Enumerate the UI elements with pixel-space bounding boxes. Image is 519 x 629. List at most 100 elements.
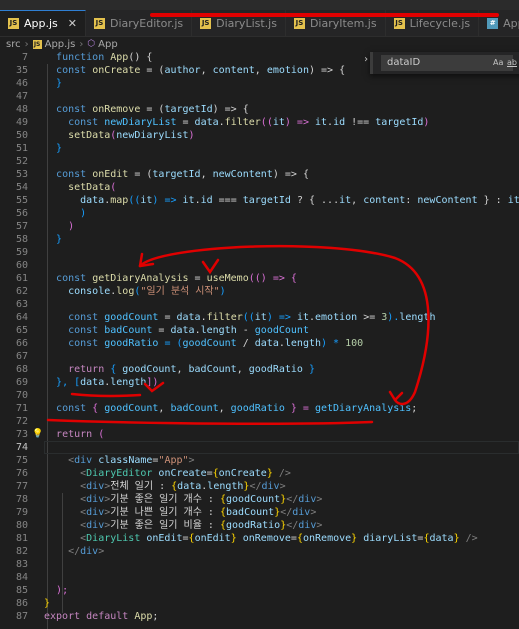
code-line[interactable]: 78 <div>기분 좋은 일기 개수 : {goodCount}</div> <box>0 493 519 506</box>
code-line[interactable]: 59 <box>0 246 519 259</box>
code-token: > <box>316 520 323 531</box>
code-text: const goodRatio = (goodCount / data.leng… <box>44 337 363 350</box>
breadcrumb-file[interactable]: App.js <box>45 39 76 50</box>
code-editor[interactable]: 7 function App() {35 const onCreate = (a… <box>0 51 519 629</box>
code-line[interactable]: 49 const newDiaryList = data.filter((it)… <box>0 116 519 129</box>
code-line[interactable]: 69 }, [data.length]) <box>0 376 519 389</box>
chevron-right-icon[interactable]: › <box>363 54 369 65</box>
code-line[interactable]: 82 </div> <box>0 545 519 558</box>
code-line[interactable]: 81 <DiaryList onEdit={onEdit} onRemove={… <box>0 532 519 545</box>
code-token: { <box>86 403 105 414</box>
code-token: }, [ <box>56 377 81 388</box>
code-token: </ <box>68 546 81 557</box>
code-line[interactable]: 87 export default App; <box>0 610 519 623</box>
line-number: 47 <box>15 91 28 102</box>
breadcrumb-symbol[interactable]: App <box>98 39 118 50</box>
code-line[interactable]: 48 const onRemove = (targetId) => { <box>0 103 519 116</box>
code-line[interactable]: 65 const badCount = data.length - goodCo… <box>0 324 519 337</box>
code-line[interactable]: 57 ) <box>0 220 519 233</box>
code-line[interactable]: 50 setData(newDiaryList) <box>0 129 519 142</box>
code-line[interactable]: 56 ) <box>0 207 519 220</box>
code-token: 기분 나쁜 일기 개수 : <box>110 507 220 518</box>
code-line[interactable]: 66 const goodRatio = (goodCount / data.l… <box>0 337 519 350</box>
code-line[interactable]: 52 <box>0 155 519 168</box>
code-line[interactable]: 80 <div>기분 좋은 일기 비율 : {goodRatio}</div> <box>0 519 519 532</box>
tab-lifecycle[interactable]: JS Lifecycle.js <box>386 10 480 36</box>
close-icon[interactable]: ✕ <box>68 17 77 30</box>
code-token: </ <box>249 481 262 492</box>
code-line[interactable]: 53 const onEdit = (targetId, newContent)… <box>0 168 519 181</box>
code-line[interactable]: 61 const getDiaryAnalysis = useMemo(() =… <box>0 272 519 285</box>
code-line[interactable]: 62 console.log("일기 분석 시작") <box>0 285 519 298</box>
code-line[interactable]: 54 setData( <box>0 181 519 194</box>
code-line[interactable]: 84 <box>0 571 519 584</box>
code-text: return ( <box>44 428 104 441</box>
tab-diary-list[interactable]: JS DiaryList.js <box>192 10 286 36</box>
code-token: : <box>405 195 418 206</box>
code-text: </div> <box>44 545 104 558</box>
code-line[interactable]: 58 } <box>0 233 519 246</box>
code-token: data <box>176 312 201 323</box>
code-token: it <box>254 312 267 323</box>
javascript-file-icon: JS <box>94 17 105 29</box>
code-token: </ <box>280 507 293 518</box>
code-line[interactable]: 72 <box>0 415 519 428</box>
code-text: ) <box>44 220 74 233</box>
code-text: setData( <box>44 181 116 194</box>
match-case-toggle[interactable]: Aa <box>493 58 503 67</box>
tab-app-js[interactable]: JS App.js ✕ <box>0 10 86 36</box>
line-number: 67 <box>15 351 28 362</box>
code-line[interactable]: 64 const goodCount = data.filter((it) =>… <box>0 311 519 324</box>
code-token: DiaryEditor <box>86 468 153 479</box>
code-line[interactable]: 70 <box>0 389 519 402</box>
code-text: <div>기분 나쁜 일기 개수 : {badCount}</div> <box>44 506 316 519</box>
code-line[interactable]: 73 💡 return ( <box>0 428 519 441</box>
code-token: goodRatio <box>226 520 281 531</box>
code-text: ); <box>44 584 68 597</box>
code-token: } <box>44 598 51 609</box>
code-line[interactable]: 60 <box>0 259 519 272</box>
code-line[interactable]: 74 <box>0 441 519 454</box>
whole-word-toggle[interactable]: ab <box>507 58 517 67</box>
code-line[interactable]: 76 <DiaryEditor onCreate={onCreate} /> <box>0 467 519 480</box>
code-line[interactable]: 46 } <box>0 77 519 90</box>
tab-diary-item[interactable]: JS DiaryItem.js <box>286 10 386 36</box>
code-token: onRemove <box>92 104 141 115</box>
code-text: setData(newDiaryList) <box>44 129 194 142</box>
code-token: const <box>56 65 87 76</box>
code-token: goodCount <box>226 494 281 505</box>
code-line[interactable]: 68 return { goodCount, badCount, goodRat… <box>0 363 519 376</box>
tab-diary-editor[interactable]: JS DiaryEditor.js <box>86 10 193 36</box>
find-input[interactable]: dataID Aa ab <box>381 55 517 71</box>
line-number: 54 <box>15 182 28 193</box>
code-line[interactable]: 86} <box>0 597 519 610</box>
code-line[interactable]: 71 const { goodCount, badCount, goodRati… <box>0 402 519 415</box>
line-number: 64 <box>15 312 28 323</box>
code-token: "일기 분석 시작" <box>140 286 220 297</box>
chevron-right-icon: › <box>24 38 29 50</box>
code-token: div <box>261 481 280 492</box>
code-line[interactable]: 77 <div>전체 일기 : {data.length}</div> <box>0 480 519 493</box>
code-token: const <box>68 325 99 336</box>
breadcrumb-folder[interactable]: src <box>6 39 21 50</box>
code-line[interactable]: 75 <div className="App"> <box>0 454 519 467</box>
editor-tab-bar: JS App.js ✕ JS DiaryEditor.js JS DiaryLi… <box>0 10 519 37</box>
code-token: = ( <box>128 169 153 180</box>
code-token: ? { ... <box>290 195 340 206</box>
code-token: length <box>207 481 244 492</box>
code-line[interactable]: 79 <div>기분 나쁜 일기 개수 : {badCount}</div> <box>0 506 519 519</box>
code-line[interactable]: 51 } <box>0 142 519 155</box>
code-token: newDiaryList <box>116 130 189 141</box>
code-line[interactable]: 83 <box>0 558 519 571</box>
code-line[interactable]: 67 <box>0 350 519 363</box>
code-line[interactable]: 55 data.map((it) => it.id === targetId ?… <box>0 194 519 207</box>
code-line[interactable]: 63 <box>0 298 519 311</box>
line-number: 55 <box>15 195 28 206</box>
lightbulb-icon[interactable]: 💡 <box>32 428 43 441</box>
code-token: it <box>140 195 153 206</box>
code-line[interactable]: 47 <box>0 90 519 103</box>
line-number: 72 <box>15 416 28 427</box>
code-token: ). <box>387 312 400 323</box>
tab-app-css[interactable]: # App.css <box>479 10 519 36</box>
code-line[interactable]: 85 ); <box>0 584 519 597</box>
